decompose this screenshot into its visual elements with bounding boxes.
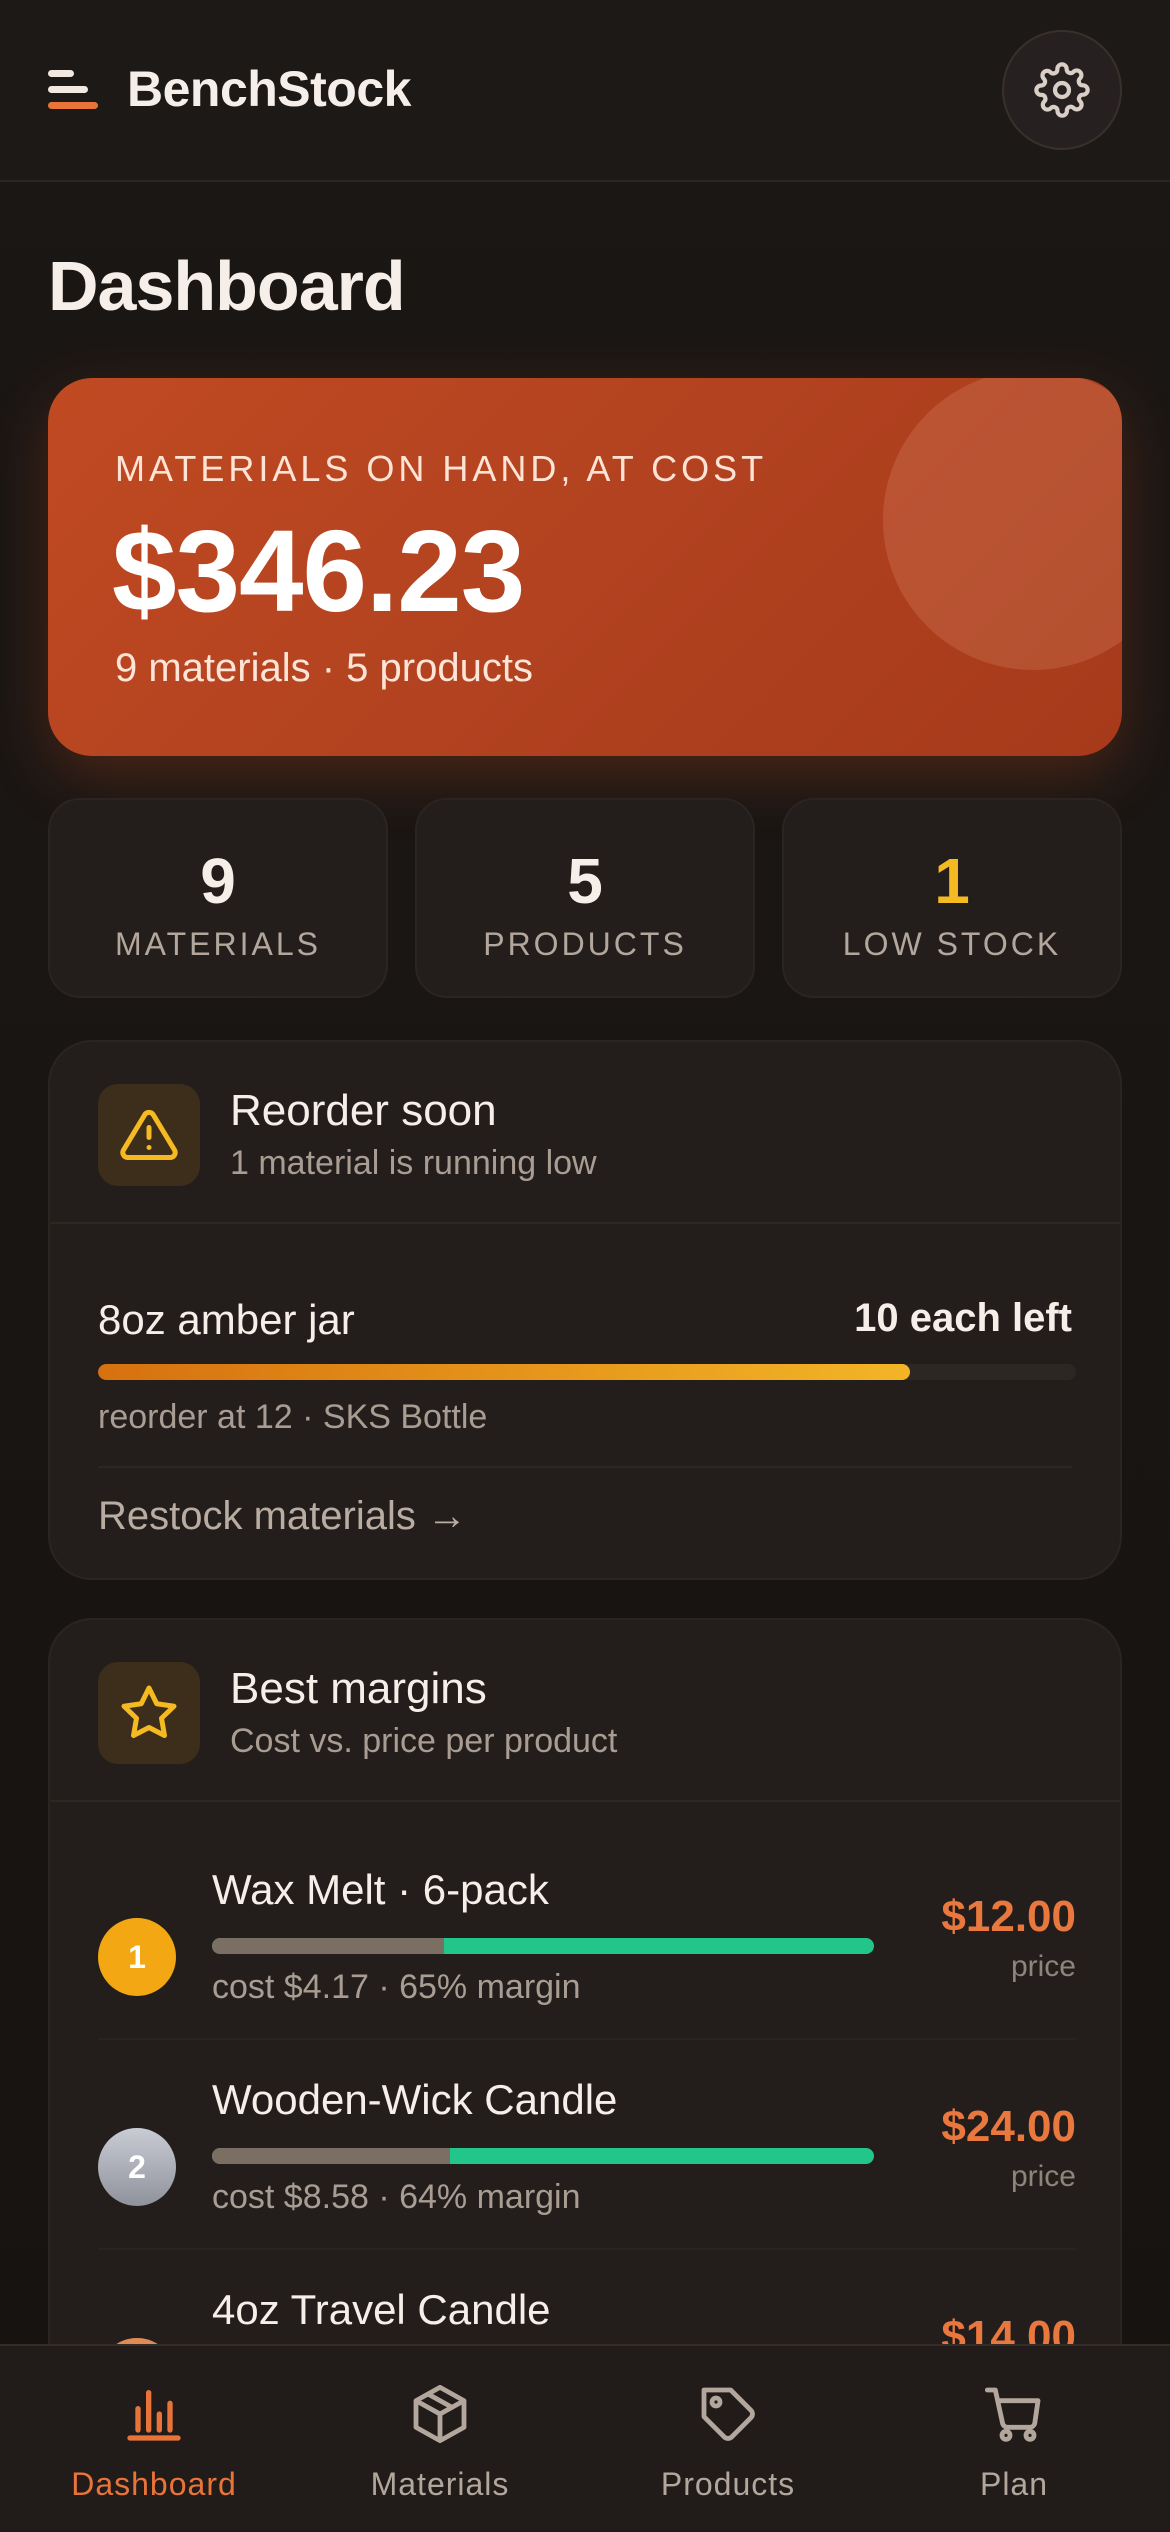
product-price: $12.00 xyxy=(941,1892,1076,1941)
stat-label: LOW STOCK xyxy=(842,926,1062,962)
menu-icon[interactable] xyxy=(48,70,100,110)
box-icon xyxy=(413,2384,467,2444)
inventory-summary: 9 materials · 5 products xyxy=(115,646,533,690)
rank-badge: 1 xyxy=(98,1918,176,1996)
stat-low-stock[interactable]: 1 LOW STOCK xyxy=(782,798,1122,998)
nav-label: Dashboard xyxy=(71,2466,237,2502)
settings-button[interactable] xyxy=(1002,30,1122,150)
nav-label: Materials xyxy=(370,2466,510,2502)
stock-level-fill xyxy=(98,1364,910,1380)
low-stock-material-name: 8oz amber jar xyxy=(98,1296,355,1343)
inventory-value-card: MATERIALS ON HAND, AT COST $346.23 9 mat… xyxy=(48,378,1122,756)
top-bar: BenchStock xyxy=(0,0,1170,182)
cost-share-fill xyxy=(212,1938,444,1954)
nav-label: Plan xyxy=(979,2466,1049,2502)
product-name: 4oz Travel Candle xyxy=(212,2286,551,2333)
product-cost-margin: cost $8.58 · 64% margin xyxy=(212,2178,581,2216)
inventory-value-label: MATERIALS ON HAND, AT COST xyxy=(115,448,768,489)
margin-bar xyxy=(212,1938,874,1954)
nav-plan[interactable]: Plan xyxy=(868,2346,1160,2532)
stock-level-bar xyxy=(98,1364,1076,1380)
stat-label: PRODUCTS xyxy=(483,926,687,962)
divider xyxy=(50,1800,1120,1802)
best-margins-card: Best margins Cost vs. price per product … xyxy=(48,1618,1122,2418)
stat-products[interactable]: 5 PRODUCTS xyxy=(415,798,755,998)
divider xyxy=(50,1222,1120,1224)
product-name: Wax Melt · 6-pack xyxy=(212,1866,549,1913)
stat-value: 1 xyxy=(934,845,970,917)
stat-value: 9 xyxy=(200,845,236,917)
product-cost-margin: cost $4.17 · 65% margin xyxy=(212,1968,581,2006)
stat-value: 5 xyxy=(567,845,603,917)
low-stock-meta: reorder at 12 · SKS Bottle xyxy=(98,1398,488,1436)
cost-share-fill xyxy=(212,2148,451,2164)
margin-row[interactable]: 2 Wooden-Wick Candle cost $8.58 · 64% ma… xyxy=(50,2040,1120,2250)
margins-title: Best margins xyxy=(230,1664,487,1713)
margin-row[interactable]: 1 Wax Melt · 6-pack cost $4.17 · 65% mar… xyxy=(50,1830,1120,2040)
star-icon xyxy=(98,1662,200,1764)
app-root: BenchStock Dashboard MATERIALS ON HAND, … xyxy=(0,0,1170,2532)
divider xyxy=(98,1466,1072,1468)
warning-icon xyxy=(98,1084,200,1186)
price-label: price xyxy=(1010,1950,1076,1983)
inventory-value: $346.23 xyxy=(112,506,525,636)
reorder-title: Reorder soon xyxy=(230,1086,497,1135)
stat-label: MATERIALS xyxy=(115,926,321,962)
reorder-subtitle: 1 material is running low xyxy=(230,1144,597,1182)
app-title: BenchStock xyxy=(127,61,411,117)
bar-chart-icon xyxy=(127,2390,181,2441)
nav-dashboard[interactable]: Dashboard xyxy=(8,2346,300,2532)
nav-materials[interactable]: Materials xyxy=(294,2346,586,2532)
low-stock-quantity: 10 each left xyxy=(854,1296,1072,1340)
gear-icon xyxy=(1034,62,1090,118)
product-name: Wooden-Wick Candle xyxy=(212,2076,618,2123)
stat-materials[interactable]: 9 MATERIALS xyxy=(48,798,388,998)
decorative-circle xyxy=(883,378,1122,670)
rank-badge: 2 xyxy=(98,2128,176,2206)
margin-bar xyxy=(212,2148,874,2164)
page-title: Dashboard xyxy=(48,247,406,325)
tag-icon xyxy=(701,2387,755,2441)
restock-materials-link[interactable]: Restock materials → xyxy=(98,1494,467,1539)
nav-label: Products xyxy=(660,2466,796,2502)
product-price: $24.00 xyxy=(941,2102,1076,2151)
reorder-card: Reorder soon 1 material is running low 8… xyxy=(48,1040,1122,1580)
price-label: price xyxy=(1010,2160,1076,2193)
margins-subtitle: Cost vs. price per product xyxy=(230,1722,618,1760)
nav-products[interactable]: Products xyxy=(582,2346,874,2532)
bottom-navigation: Dashboard Materials Products Plan xyxy=(0,2344,1170,2532)
cart-icon xyxy=(984,2387,1041,2442)
